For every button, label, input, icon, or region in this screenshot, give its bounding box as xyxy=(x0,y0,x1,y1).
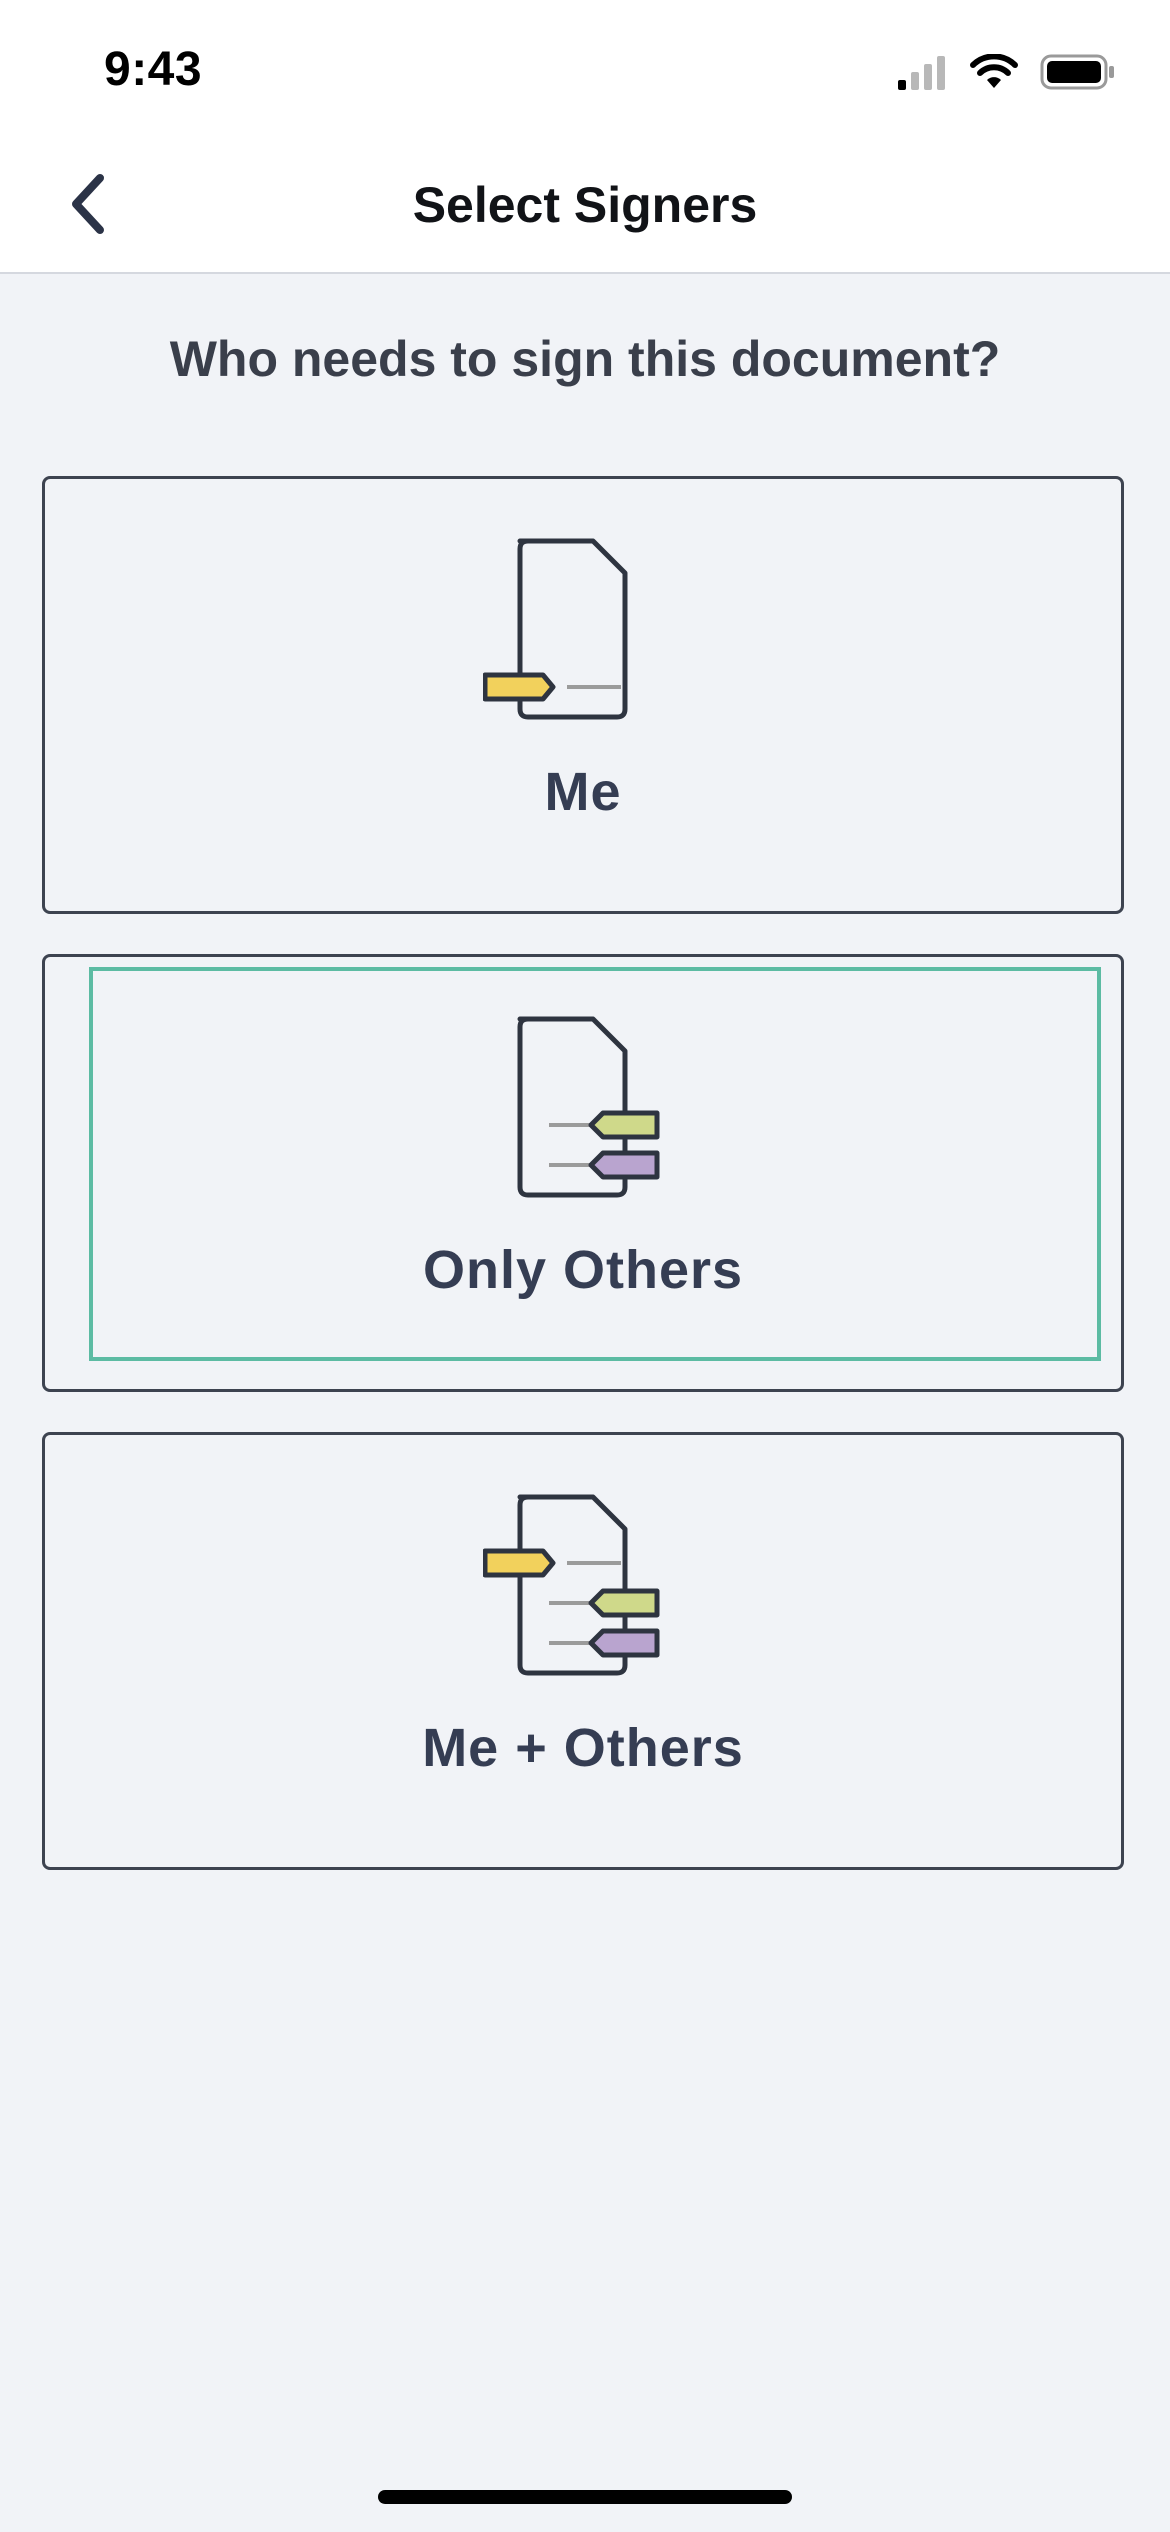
battery-icon xyxy=(1040,53,1116,96)
navigation-bar: Select Signers xyxy=(0,140,1170,274)
option-me-label: Me xyxy=(544,762,622,822)
option-me-others-label: Me + Others xyxy=(422,1718,744,1778)
status-icons xyxy=(896,52,1116,96)
document-me-others-icon xyxy=(482,1493,683,1683)
document-others-icon xyxy=(483,1015,683,1205)
signers-prompt: Who needs to sign this document? xyxy=(169,331,1001,387)
option-me-others-button[interactable]: Me + Others xyxy=(42,1432,1124,1870)
option-me-button[interactable]: Me xyxy=(42,476,1124,914)
status-time: 9:43 xyxy=(104,43,203,96)
home-indicator[interactable] xyxy=(378,2490,792,2504)
page-title: Select Signers xyxy=(412,177,758,233)
cellular-signal-icon xyxy=(896,54,948,95)
option-only-others-button[interactable]: Only Others xyxy=(42,954,1124,1392)
status-bar: 9:43 xyxy=(0,0,1170,140)
option-only-others-label: Only Others xyxy=(422,1240,744,1300)
document-me-icon xyxy=(482,537,683,727)
wifi-icon xyxy=(970,52,1018,95)
